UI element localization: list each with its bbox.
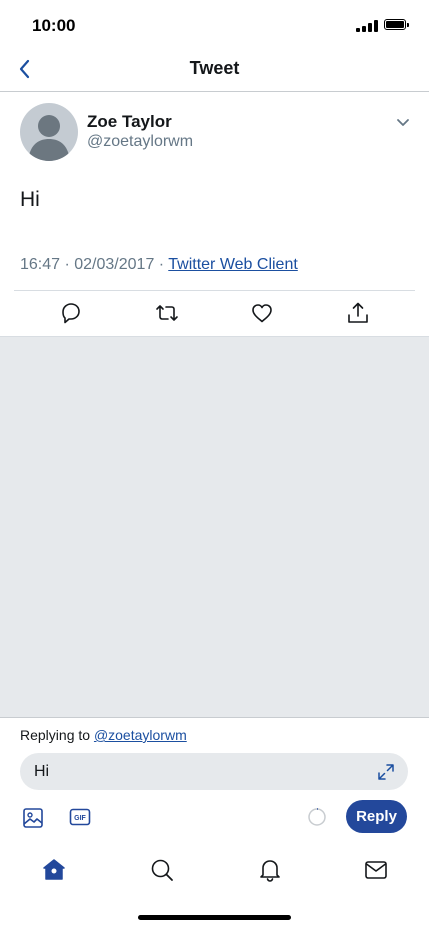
reply-icon <box>62 303 80 324</box>
add-image-button[interactable] <box>22 807 44 829</box>
reply-action-button[interactable] <box>57 301 83 325</box>
battery-icon <box>384 19 409 30</box>
tab-messages[interactable] <box>362 856 390 884</box>
replying-handle-link[interactable]: @zoetaylorwm <box>94 727 187 743</box>
search-icon <box>151 859 173 881</box>
tweet-timestamp: 16:47 · 02/03/2017 · <box>20 256 169 273</box>
reply-button[interactable]: Reply <box>346 800 407 833</box>
chevron-down-icon <box>397 119 409 126</box>
progress-ring-icon <box>308 808 326 826</box>
replying-to: Replying to @zoetaylorwm <box>20 727 187 743</box>
home-indicator <box>138 915 291 920</box>
status-time: 10:00 <box>32 16 76 35</box>
status-bar: 10:00 <box>0 0 429 50</box>
tweet-meta: 16:47 · 02/03/2017 · Twitter Web Client <box>20 256 298 274</box>
divider <box>14 290 415 291</box>
tweet-source-link[interactable]: Twitter Web Client <box>168 256 298 273</box>
tab-search[interactable] <box>148 856 176 884</box>
replying-prefix: Replying to <box>20 727 94 743</box>
gif-icon: GIF <box>69 808 91 826</box>
add-gif-button[interactable]: GIF <box>69 808 91 826</box>
like-action-button[interactable] <box>249 301 275 325</box>
reply-input[interactable]: Hi <box>20 753 408 790</box>
tab-notifications[interactable] <box>256 856 284 884</box>
share-action-button[interactable] <box>345 301 371 325</box>
envelope-icon <box>365 861 387 879</box>
avatar[interactable] <box>20 103 78 161</box>
author-name[interactable]: Zoe Taylor <box>87 112 172 132</box>
replies-area <box>0 336 429 718</box>
home-icon <box>43 859 65 880</box>
expand-icon <box>378 764 394 780</box>
nav-header: Tweet <box>0 50 429 92</box>
share-icon <box>348 302 368 323</box>
tab-home[interactable] <box>40 856 68 884</box>
page-title: Tweet <box>189 58 240 78</box>
tweet-text: Hi <box>20 188 40 211</box>
image-icon <box>23 808 43 828</box>
signal-icon <box>356 20 380 32</box>
tweet-options-button[interactable] <box>394 116 412 130</box>
expand-button[interactable] <box>376 762 396 782</box>
retweet-action-button[interactable] <box>154 301 180 325</box>
bell-icon <box>260 860 280 882</box>
reply-input-value[interactable]: Hi <box>34 763 49 781</box>
retweet-icon <box>156 305 178 321</box>
author-handle[interactable]: @zoetaylorwm <box>87 133 193 151</box>
character-count-ring <box>307 807 327 827</box>
like-icon <box>252 304 272 323</box>
svg-text:GIF: GIF <box>74 815 86 822</box>
